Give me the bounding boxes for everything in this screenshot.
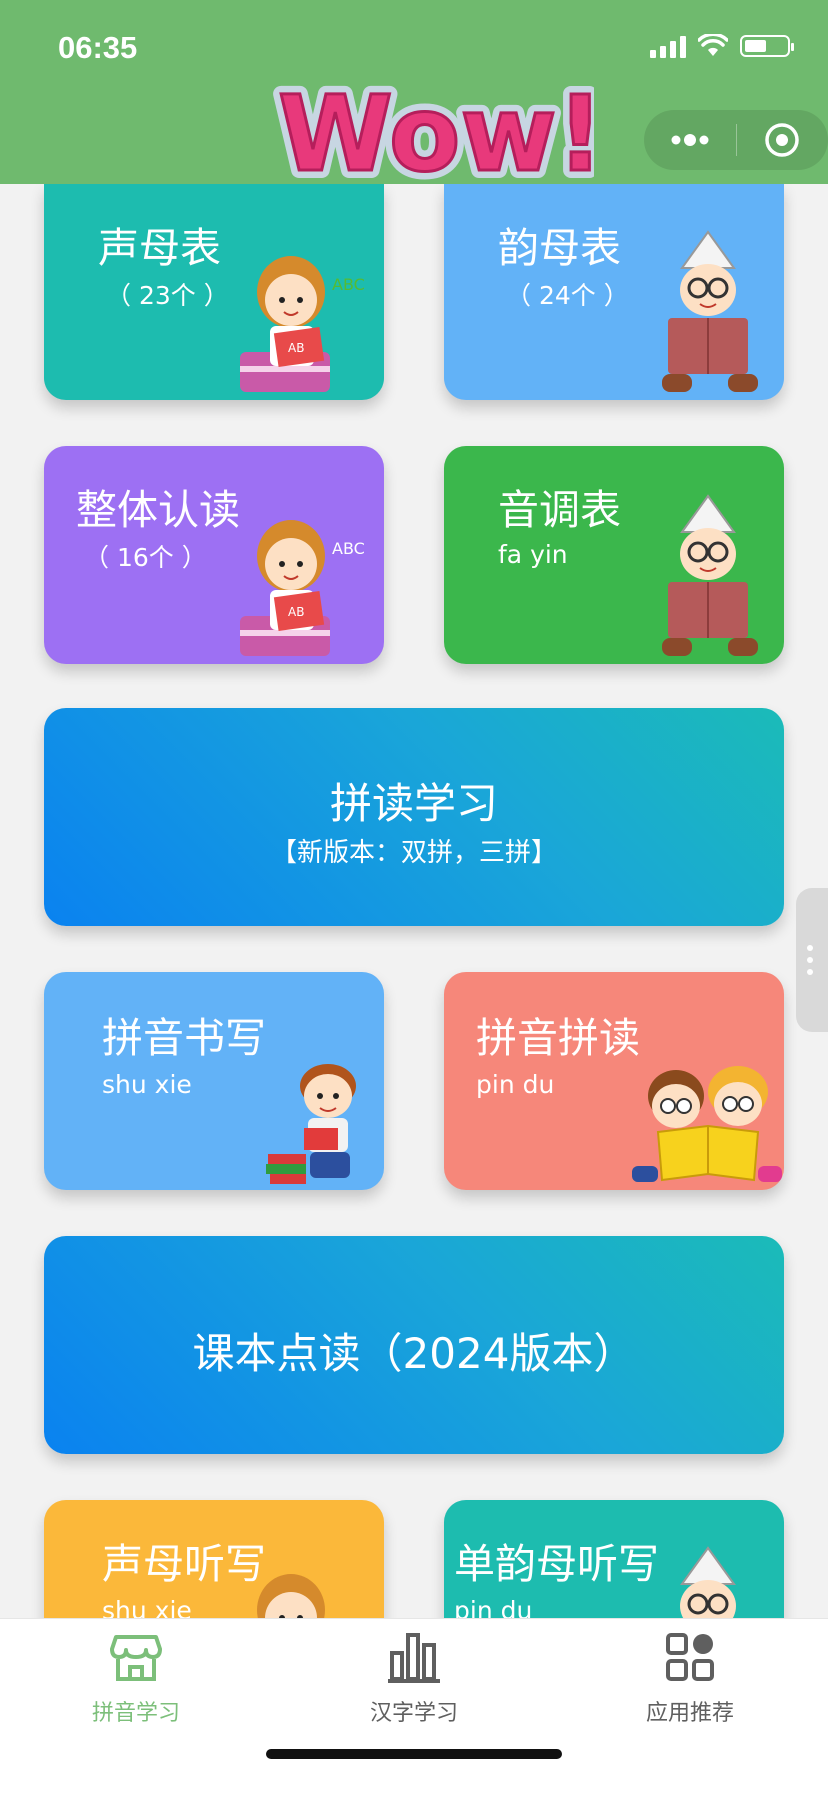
mini-program-capsule [644, 110, 828, 170]
tab-yingyong-tuijian-label: 应用推荐 [600, 1695, 780, 1727]
card-pindu-xuexi-title: 拼读学习 [44, 770, 784, 831]
card-shengmu-title: 声母表 [98, 214, 221, 274]
card-shuxie[interactable]: 拼音书写 shu xie [44, 972, 384, 1190]
svg-text:ABC: ABC [332, 275, 365, 294]
more-dots-icon [668, 133, 712, 147]
signal-icon [650, 34, 686, 58]
close-button[interactable] [737, 110, 828, 170]
boy-reading-illustration [642, 492, 774, 664]
girl-reading-illustration: AB ABC [236, 242, 376, 400]
kids-reading-illustration [628, 1062, 784, 1190]
boy-reading-illustration [642, 228, 774, 400]
card-shengmu-tingxie-sub: shu xie [102, 1596, 192, 1618]
target-close-icon [764, 122, 800, 158]
card-pindu-xuexi-sub: 【新版本：双拼，三拼】 [44, 832, 784, 869]
card-yindiao[interactable]: 音调表 fa yin [444, 446, 784, 664]
card-zhengti-sub: （ 16个 ） [84, 538, 207, 574]
main-content: 声母表 （ 23个 ） AB ABC 韵母表 （ 24个 ） [0, 184, 828, 1618]
card-zhengti[interactable]: 整体认读 （ 16个 ） AB ABC [44, 446, 384, 664]
card-pinyin-pindu-sub: pin du [476, 1070, 554, 1099]
wow-banner-text: Wow! [278, 73, 594, 195]
vertical-dots-icon [796, 888, 828, 1032]
card-shengmu[interactable]: 声母表 （ 23个 ） AB ABC [44, 184, 384, 400]
tab-yingyong-tuijian[interactable]: 应用推荐 [600, 1629, 780, 1727]
bottom-tab-bar: 拼音学习 汉字学习 应用推荐 [0, 1618, 828, 1793]
card-pinyin-pindu-title: 拼音拼读 [476, 1004, 640, 1064]
status-time: 06:35 [58, 30, 137, 66]
card-zhengti-title: 整体认读 [76, 476, 240, 536]
svg-text:ABC: ABC [332, 539, 365, 558]
card-pinyin-pindu[interactable]: 拼音拼读 pin du [444, 972, 784, 1190]
card-shuxie-sub: shu xie [102, 1070, 192, 1099]
card-yunmu-title: 韵母表 [498, 214, 621, 274]
card-shengmu-sub: （ 23个 ） [106, 276, 229, 312]
card-keben-diandu-title: 课本点读（2024版本） [44, 1320, 784, 1381]
wifi-icon [698, 34, 728, 58]
card-yindiao-title: 音调表 [498, 476, 621, 536]
tab-hanzi-xuexi[interactable]: 汉字学习 [324, 1629, 504, 1727]
card-shengmu-tingxie[interactable]: 声母听写 shu xie [44, 1500, 384, 1618]
side-drawer-handle[interactable] [796, 888, 828, 1032]
more-button[interactable] [644, 110, 736, 170]
girl-reading-illustration: AB ABC [236, 506, 376, 664]
card-yunmu[interactable]: 韵母表 （ 24个 ） [444, 184, 784, 400]
card-pindu-xuexi[interactable]: 拼读学习 【新版本：双拼，三拼】 [44, 708, 784, 926]
home-indicator [266, 1749, 562, 1759]
card-danyunmu-tingxie-title: 单韵母听写 [454, 1530, 659, 1590]
boy-reading-illustration [642, 1544, 774, 1618]
tab-pinyin-xuexi-label: 拼音学习 [46, 1695, 226, 1727]
status-icons [650, 34, 790, 58]
card-yunmu-sub: （ 24个 ） [506, 276, 629, 312]
card-danyunmu-tingxie[interactable]: 单韵母听写 pin du [444, 1500, 784, 1618]
apps-grid-icon [662, 1629, 718, 1685]
card-danyunmu-tingxie-sub: pin du [454, 1596, 532, 1618]
tab-hanzi-xuexi-label: 汉字学习 [324, 1695, 504, 1727]
store-icon [108, 1629, 164, 1685]
bar-chart-icon [386, 1629, 442, 1685]
tab-pinyin-xuexi[interactable]: 拼音学习 [46, 1629, 226, 1727]
boy-with-books-illustration [266, 1056, 378, 1188]
girl-reading-illustration [236, 1560, 376, 1618]
svg-text:AB: AB [288, 341, 304, 355]
card-keben-diandu[interactable]: 课本点读（2024版本） [44, 1236, 784, 1454]
battery-icon [740, 35, 790, 57]
card-yindiao-sub: fa yin [498, 540, 568, 569]
card-shuxie-title: 拼音书写 [102, 1004, 266, 1064]
svg-text:AB: AB [288, 605, 304, 619]
